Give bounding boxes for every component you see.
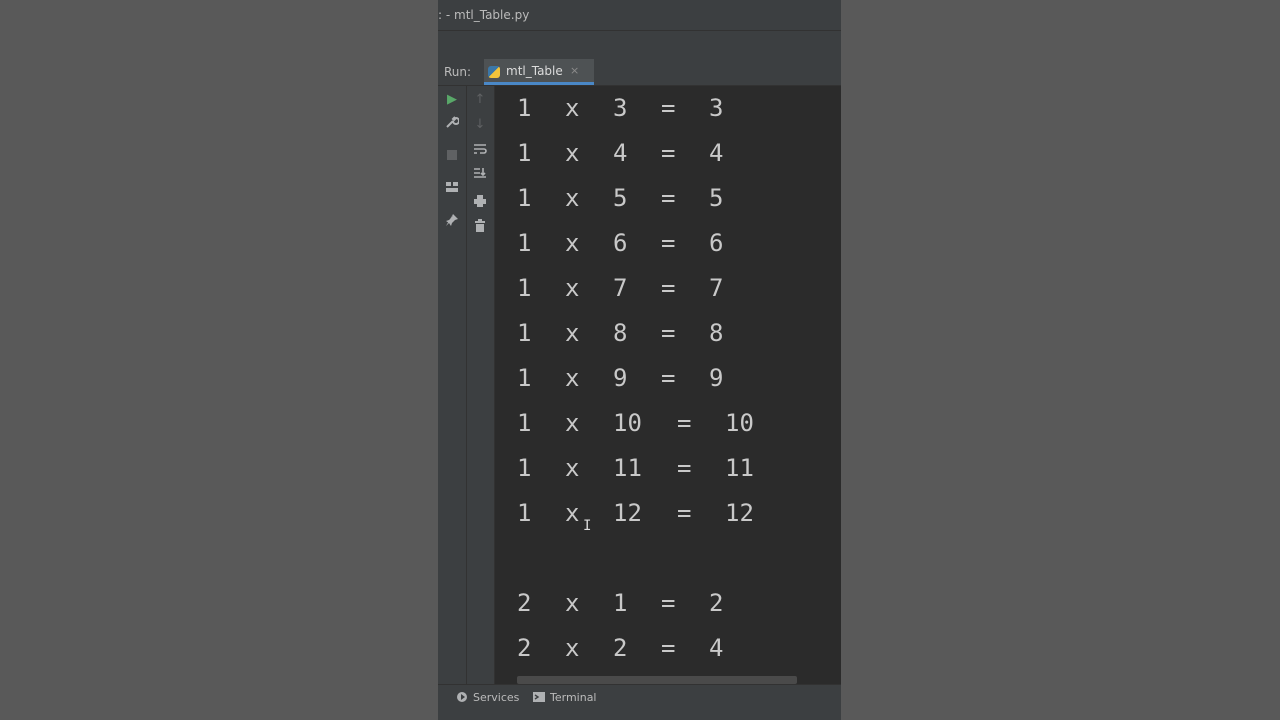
multiplier: 6 (613, 229, 628, 257)
left-backdrop (0, 0, 438, 720)
times-sign: x (565, 184, 580, 212)
active-tab-indicator (484, 82, 594, 85)
times-sign: x (565, 139, 580, 167)
soft-wrap-icon[interactable] (470, 142, 490, 162)
services-icon (457, 692, 467, 702)
multiplier: 12 (613, 499, 642, 527)
print-icon[interactable] (470, 194, 490, 214)
multiplier: 5 (613, 184, 628, 212)
scroll-to-end-icon[interactable] (470, 166, 490, 186)
times-sign: x (565, 229, 580, 257)
multiplicand: 1 (517, 184, 532, 212)
multiplicand: 1 (517, 139, 532, 167)
multiplicand: 1 (517, 499, 532, 527)
multiplier: 4 (613, 139, 628, 167)
times-sign: x (565, 274, 580, 302)
multiplier: 10 (613, 409, 642, 437)
window-title: : - mtl_Table.py (438, 8, 530, 22)
multiplicand: 2 (517, 634, 532, 662)
product: 7 (709, 274, 724, 302)
product: 10 (725, 409, 754, 437)
equals-sign: = (661, 229, 676, 257)
times-sign: x (565, 499, 580, 527)
text-cursor-icon: I (583, 518, 592, 534)
multiplier: 8 (613, 319, 628, 347)
equals-sign: = (661, 274, 676, 302)
run-toolbar: Run: mtl_Table × (438, 59, 841, 86)
multiplicand: 1 (517, 319, 532, 347)
terminal-icon (533, 692, 545, 702)
console-actions-gutter: ↑ ↓ (467, 86, 495, 684)
equals-sign: = (661, 634, 676, 662)
multiplier: 3 (613, 94, 628, 122)
times-sign: x (565, 454, 580, 482)
product: 4 (709, 634, 724, 662)
run-icon[interactable]: ▶ (442, 90, 462, 110)
multiplier: 9 (613, 364, 628, 392)
times-sign: x (565, 319, 580, 347)
main-toolbar (438, 30, 841, 60)
arrow-down-icon[interactable]: ↓ (470, 115, 490, 135)
multiplier: 7 (613, 274, 628, 302)
pin-icon[interactable] (442, 213, 462, 233)
equals-sign: = (677, 409, 692, 437)
equals-sign: = (661, 184, 676, 212)
product: 4 (709, 139, 724, 167)
trash-icon[interactable] (470, 219, 490, 239)
multiplicand: 1 (517, 454, 532, 482)
product: 6 (709, 229, 724, 257)
stop-icon[interactable] (442, 148, 462, 168)
equals-sign: = (661, 319, 676, 347)
multiplicand: 1 (517, 94, 532, 122)
run-label: Run: (444, 65, 472, 79)
equals-sign: = (677, 499, 692, 527)
multiplicand: 1 (517, 364, 532, 392)
equals-sign: = (661, 364, 676, 392)
close-icon[interactable]: × (570, 59, 579, 83)
wrench-icon[interactable] (442, 115, 462, 135)
multiplicand: 1 (517, 274, 532, 302)
layout-icon[interactable] (442, 180, 462, 200)
console-output[interactable]: 1 x 3 = 3 1 x 4 = 4 1 x 5 = 5 1 x 6 = 6 1 x 7 = 7 1 x 8 = 8 1 x 9 = 9 1 x 10 =… (495, 86, 841, 684)
multiplier: 2 (613, 634, 628, 662)
window-titlebar: : - mtl_Table.py (438, 0, 841, 30)
multiplier: 11 (613, 454, 642, 482)
times-sign: x (565, 364, 580, 392)
product: 5 (709, 184, 724, 212)
product: 9 (709, 364, 724, 392)
times-sign: x (565, 589, 580, 617)
terminal-label: Terminal (550, 691, 597, 704)
multiplicand: 2 (517, 589, 532, 617)
times-sign: x (565, 409, 580, 437)
run-tab-label: mtl_Table (506, 64, 563, 78)
equals-sign: = (661, 139, 676, 167)
python-file-icon (488, 66, 500, 78)
product: 2 (709, 589, 724, 617)
equals-sign: = (661, 589, 676, 617)
run-actions-gutter: ▶ (438, 86, 467, 684)
product: 8 (709, 319, 724, 347)
product: 3 (709, 94, 724, 122)
services-label: Services (473, 691, 520, 704)
run-tab-mtl-table[interactable]: mtl_Table × (484, 59, 594, 85)
equals-sign: = (677, 454, 692, 482)
tool-window-bar: Services Terminal (438, 684, 841, 720)
product: 12 (725, 499, 754, 527)
ide-window: : - mtl_Table.py Run: mtl_Table × ▶ ↑ ↓ (438, 0, 841, 720)
equals-sign: = (661, 94, 676, 122)
horizontal-scrollbar[interactable] (517, 676, 797, 684)
multiplicand: 1 (517, 229, 532, 257)
multiplier: 1 (613, 589, 628, 617)
services-tab[interactable]: Services (456, 685, 519, 711)
terminal-tab[interactable]: Terminal (533, 685, 597, 711)
multiplicand: 1 (517, 409, 532, 437)
product: 11 (725, 454, 754, 482)
times-sign: x (565, 94, 580, 122)
right-backdrop (841, 0, 1280, 720)
times-sign: x (565, 634, 580, 662)
arrow-up-icon[interactable]: ↑ (470, 90, 490, 110)
